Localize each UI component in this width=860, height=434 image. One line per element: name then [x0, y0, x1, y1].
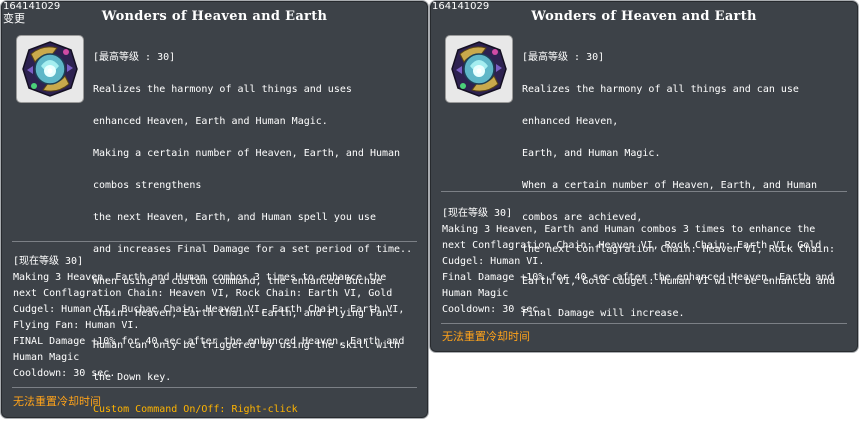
- desc-line: Making a certain number of Heaven, Earth…: [93, 148, 401, 159]
- divider: [12, 387, 417, 388]
- divider: [441, 323, 847, 324]
- desc-line: Earth, and Human Magic.: [522, 148, 661, 159]
- current-line: Cooldown: 30 sec.: [442, 304, 545, 315]
- skill-tooltip-after: 164141029 Wonders of Heaven and Earth [最…: [429, 0, 859, 353]
- current-line: Making 3 Heaven, Earth and Human combos …: [442, 224, 816, 235]
- divider: [12, 241, 417, 242]
- current-level-info: [现在等级 30] Making 3 Heaven, Earth and Hum…: [13, 254, 404, 382]
- current-line: [现在等级 30]: [13, 256, 84, 267]
- divider: [441, 191, 847, 192]
- current-line: Cudgel: Human VI, Buchae Chain: Heaven V…: [13, 304, 405, 315]
- current-line: Final Damage +10% for 40 sec after the e…: [442, 272, 834, 283]
- desc-line: enhanced Heaven,: [522, 116, 619, 127]
- desc-line: [最高等级 : 30]: [93, 52, 176, 63]
- current-line: Cudgel: Human VI.: [442, 256, 545, 267]
- current-level-info: [现在等级 30] Making 3 Heaven, Earth and Hum…: [442, 206, 833, 318]
- current-line: next Conflagration Chain: Heaven VI, Roc…: [442, 240, 822, 251]
- skill-title: Wonders of Heaven and Earth: [101, 9, 328, 24]
- desc-line: the next Heaven, Earth, and Human spell …: [93, 212, 376, 223]
- desc-line: Realizes the harmony of all things and c…: [522, 84, 799, 95]
- heaven-earth-skill-icon: [22, 41, 78, 97]
- desc-line: combos strengthens: [93, 180, 202, 191]
- current-line: Human Magic: [442, 288, 509, 299]
- current-line: Flying Fan: Human VI.: [13, 320, 140, 331]
- skill-tooltip-before: 164141029 变更 Wonders of Heaven and Earth…: [0, 0, 429, 419]
- skill-icon-frame: [445, 35, 513, 103]
- skill-title: Wonders of Heaven and Earth: [531, 9, 757, 24]
- current-line: Human Magic: [13, 352, 80, 363]
- desc-line: enhanced Heaven, Earth and Human Magic.: [93, 116, 328, 127]
- desc-line: [最高等级 : 30]: [522, 52, 605, 63]
- skill-icon-frame: [16, 35, 84, 103]
- current-line: [现在等级 30]: [442, 208, 513, 219]
- current-line: FINAL Damage +10% for 40 sec after the e…: [13, 336, 405, 347]
- cooldown-reset-note: 无法重置冷却时间: [442, 330, 530, 343]
- heaven-earth-skill-icon: [451, 41, 507, 97]
- custom-command-hint: Custom Command On/Off: Right-click: [93, 404, 298, 415]
- cooldown-reset-note: 无法重置冷却时间: [13, 395, 101, 408]
- current-line: next Conflagration Chain: Heaven VI, Roc…: [13, 288, 393, 299]
- current-line: Cooldown: 30 sec.: [13, 368, 116, 379]
- current-line: Making 3 Heaven, Earth and Human combos …: [13, 272, 387, 283]
- desc-line: Realizes the harmony of all things and u…: [93, 84, 352, 95]
